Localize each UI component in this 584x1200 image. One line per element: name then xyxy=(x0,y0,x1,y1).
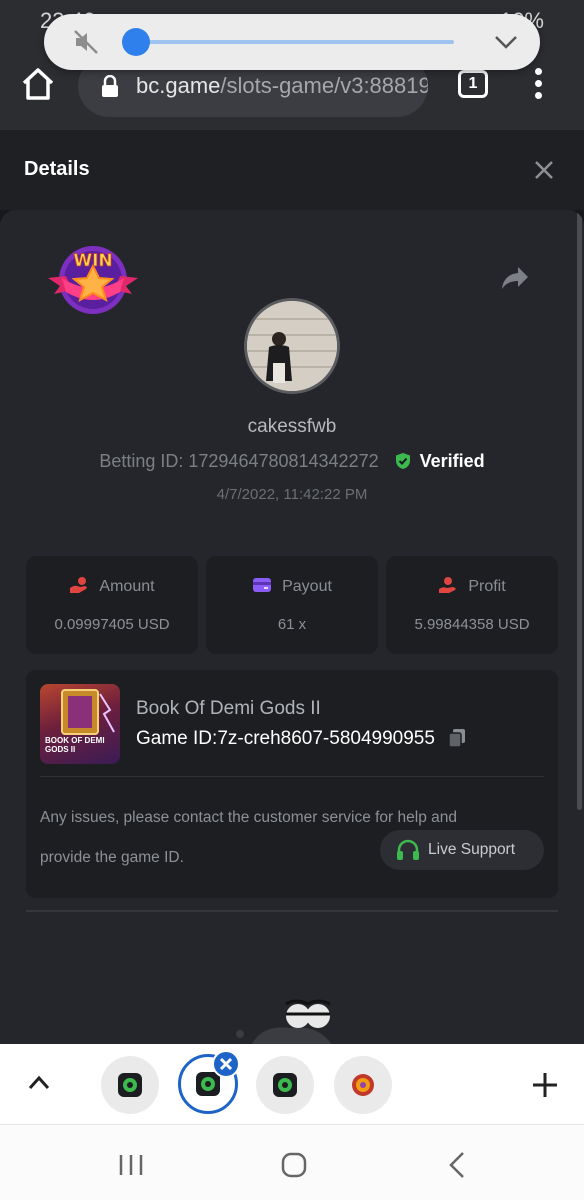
system-navigation-bar xyxy=(0,1124,584,1200)
copy-icon[interactable] xyxy=(448,728,466,748)
tab-thumbnail[interactable] xyxy=(334,1056,392,1114)
volume-slider-thumb[interactable] xyxy=(122,28,150,56)
verified-label: Verified xyxy=(419,451,485,471)
username: cakessfwb xyxy=(247,416,337,437)
more-options-icon[interactable] xyxy=(532,68,544,102)
help-text: Any issues, please contact the customer … xyxy=(40,798,457,878)
open-tabs-strip xyxy=(0,1044,584,1124)
help-text-line2: provide the game ID. xyxy=(40,849,184,866)
wallet-card-icon xyxy=(253,578,272,592)
betting-id-value: 1729464780814342272 xyxy=(188,451,379,471)
url-path: /slots-game/v3:88819 xyxy=(220,73,428,98)
section-divider xyxy=(26,910,558,912)
game-id-row: Game ID:7z-creh8607-5804990955 xyxy=(136,728,466,750)
win-badge-text: WIN xyxy=(73,251,112,271)
close-icon[interactable] xyxy=(534,160,554,180)
bc-game-icon xyxy=(273,1073,297,1097)
game-card: BOOK OF DEMI GODS II Book Of Demi Gods I… xyxy=(26,670,558,898)
volume-panel xyxy=(44,14,540,70)
lock-icon xyxy=(102,75,118,97)
amount-value: 0.09997405 USD xyxy=(54,616,170,633)
profit-value: 5.99844358 USD xyxy=(414,616,530,633)
amount-card: Amount 0.09997405 USD xyxy=(26,556,198,654)
amount-label: Amount xyxy=(99,578,155,595)
game-thumbnail-text: BOOK OF DEMI GODS II xyxy=(45,736,105,754)
chevron-down-icon[interactable] xyxy=(494,32,518,52)
share-icon[interactable] xyxy=(500,265,530,291)
payout-card: Payout 61 x xyxy=(206,556,378,654)
mascot-icon xyxy=(236,999,332,1044)
speaker-muted-icon[interactable] xyxy=(72,28,100,56)
verified-shield-icon xyxy=(395,453,410,469)
game-name: Book Of Demi Gods II xyxy=(136,698,321,719)
betting-id-row: Betting ID: 1729464780814342272 Verified xyxy=(0,451,584,472)
game-thumbnail[interactable]: BOOK OF DEMI GODS II xyxy=(40,684,120,764)
scrollbar[interactable] xyxy=(577,210,582,810)
payout-label: Payout xyxy=(282,578,332,595)
tab-thumbnail[interactable] xyxy=(256,1056,314,1114)
details-header: Details xyxy=(0,130,584,210)
game-id-value: 7z-creh8607-5804990955 xyxy=(217,728,435,749)
new-tab-icon[interactable] xyxy=(532,1072,558,1098)
profit-hand-icon xyxy=(439,577,456,593)
url-text: bc.game/slots-game/v3:88819 xyxy=(136,73,428,99)
bet-details-panel: WIN cakessfwb Betting ID: 17294647808143… xyxy=(0,210,584,1044)
live-support-button[interactable]: Live Support xyxy=(380,830,544,870)
profit-card: Profit 5.99844358 USD xyxy=(386,556,558,654)
profit-label: Profit xyxy=(468,578,506,595)
live-support-label: Live Support xyxy=(428,841,516,858)
divider xyxy=(40,776,544,777)
game-id-label: Game ID: xyxy=(136,728,218,749)
close-icon xyxy=(219,1057,233,1071)
coins-hand-icon xyxy=(70,577,88,593)
payout-value: 61 x xyxy=(277,616,307,633)
bet-timestamp: 4/7/2022, 11:42:22 PM xyxy=(216,486,368,503)
game-tab-icon xyxy=(352,1074,374,1096)
avatar xyxy=(244,298,340,394)
bc-game-icon xyxy=(118,1073,142,1097)
home-icon[interactable] xyxy=(20,66,56,102)
volume-track[interactable] xyxy=(136,40,454,44)
tab-switcher-button[interactable]: 1 xyxy=(458,70,488,98)
close-tab-button[interactable] xyxy=(212,1050,240,1078)
url-domain: bc.game xyxy=(136,73,221,98)
page-title: Details xyxy=(24,158,90,180)
win-badge-icon: WIN xyxy=(48,246,138,314)
recent-apps-icon[interactable] xyxy=(118,1153,144,1177)
headset-icon xyxy=(397,839,419,860)
avatar-photo xyxy=(247,301,337,391)
chevron-up-icon[interactable] xyxy=(28,1074,50,1090)
home-icon[interactable] xyxy=(280,1151,308,1179)
tab-thumbnail[interactable] xyxy=(101,1056,159,1114)
betting-id-label: Betting ID: xyxy=(99,451,184,471)
back-icon[interactable] xyxy=(448,1151,466,1179)
